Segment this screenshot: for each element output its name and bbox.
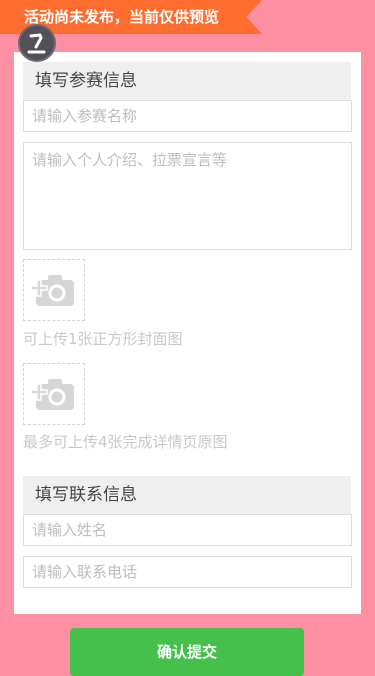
detail-upload-hint: 最多可上传4张完成详情页原图 [23,433,228,451]
cover-upload-hint: 可上传1张正方形封面图 [23,330,183,348]
contest-section-title: 填写参赛信息 [23,62,351,100]
name-input[interactable] [23,514,352,546]
contest-name-input[interactable] [23,100,352,132]
detail-upload-button[interactable] [23,363,85,425]
cover-upload-button[interactable] [23,259,85,321]
avatar[interactable] [18,24,56,62]
add-photo-icon [30,275,74,306]
intro-textarea[interactable] [23,142,352,250]
submit-button[interactable]: 确认提交 [70,628,304,676]
add-photo-icon [30,379,74,410]
phone-input[interactable] [23,556,352,588]
preview-banner-text: 活动尚未发布，当前仅供预览 [24,8,220,26]
signup-form-card: 填写参赛信息 可上传1张正方形封面图 最多可上传4张完成详情页原图 填写联系信息 [14,52,361,614]
contact-section-title: 填写联系信息 [23,476,351,514]
avatar-icon [27,33,46,54]
